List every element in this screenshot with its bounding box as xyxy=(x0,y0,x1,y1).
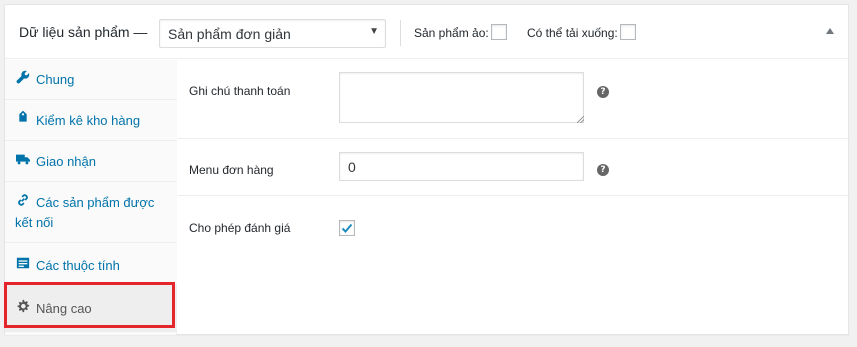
enable-reviews-row: Cho phép đánh giá xyxy=(178,196,849,256)
tab-linked-products[interactable]: Các sản phẩm được kết nối xyxy=(5,182,177,243)
product-type-select[interactable]: Sản phẩm đơn giản ▼ xyxy=(159,19,386,48)
wrench-icon xyxy=(16,70,32,86)
tab-label: Kiểm kê kho hàng xyxy=(36,113,141,128)
menu-order-row: Menu đơn hàng 0 ? xyxy=(178,139,849,196)
menu-order-label: Menu đơn hàng xyxy=(189,163,274,177)
resize-grip-icon[interactable] xyxy=(577,116,584,123)
tab-label: Các sản phẩm được kết nối xyxy=(15,195,155,230)
downloadable-option[interactable]: Có thể tải xuống: xyxy=(527,24,636,42)
tag-icon xyxy=(16,110,32,127)
collapse-icon[interactable] xyxy=(826,28,834,34)
menu-order-input[interactable]: 0 xyxy=(339,152,584,181)
virtual-option[interactable]: Sản phẩm ảo: xyxy=(414,24,507,42)
purchase-note-row: Ghi chú thanh toán ? xyxy=(178,60,849,139)
tab-label: Các thuộc tính xyxy=(36,258,120,273)
advanced-fields: Ghi chú thanh toán ? Menu đơn hàng 0 ? C… xyxy=(178,60,849,335)
tab-label: Chung xyxy=(36,72,75,87)
purchase-note-textarea[interactable] xyxy=(339,72,584,123)
panel-title: Dữ liệu sản phẩm — xyxy=(19,24,148,40)
truck-icon xyxy=(16,152,32,168)
product-type-value: Sản phẩm đơn giản xyxy=(168,26,291,42)
enable-reviews-label: Cho phép đánh giá xyxy=(189,221,291,235)
dropdown-arrow-icon: ▼ xyxy=(369,26,379,37)
tab-shipping[interactable]: Giao nhận xyxy=(5,141,177,182)
list-icon xyxy=(16,256,32,272)
tab-attributes[interactable]: Các thuộc tính xyxy=(5,243,177,285)
enable-reviews-checkbox[interactable] xyxy=(339,220,355,236)
downloadable-checkbox[interactable] xyxy=(619,24,636,40)
virtual-checkbox[interactable] xyxy=(490,24,507,40)
panel-header: Dữ liệu sản phẩm — Sản phẩm đơn giản ▼ S… xyxy=(5,5,848,59)
tab-inventory[interactable]: Kiểm kê kho hàng xyxy=(5,100,177,141)
help-icon[interactable]: ? xyxy=(597,164,609,176)
tab-general[interactable]: Chung xyxy=(5,60,177,100)
header-divider xyxy=(400,20,401,46)
highlight-box xyxy=(4,282,175,328)
tab-label: Giao nhận xyxy=(36,154,96,169)
purchase-note-label: Ghi chú thanh toán xyxy=(189,84,291,98)
virtual-label: Sản phẩm ảo: xyxy=(414,26,489,41)
downloadable-label: Có thể tải xuống: xyxy=(527,26,618,41)
help-icon[interactable]: ? xyxy=(597,86,609,98)
checkmark-icon xyxy=(341,223,353,233)
menu-order-value: 0 xyxy=(348,159,356,175)
